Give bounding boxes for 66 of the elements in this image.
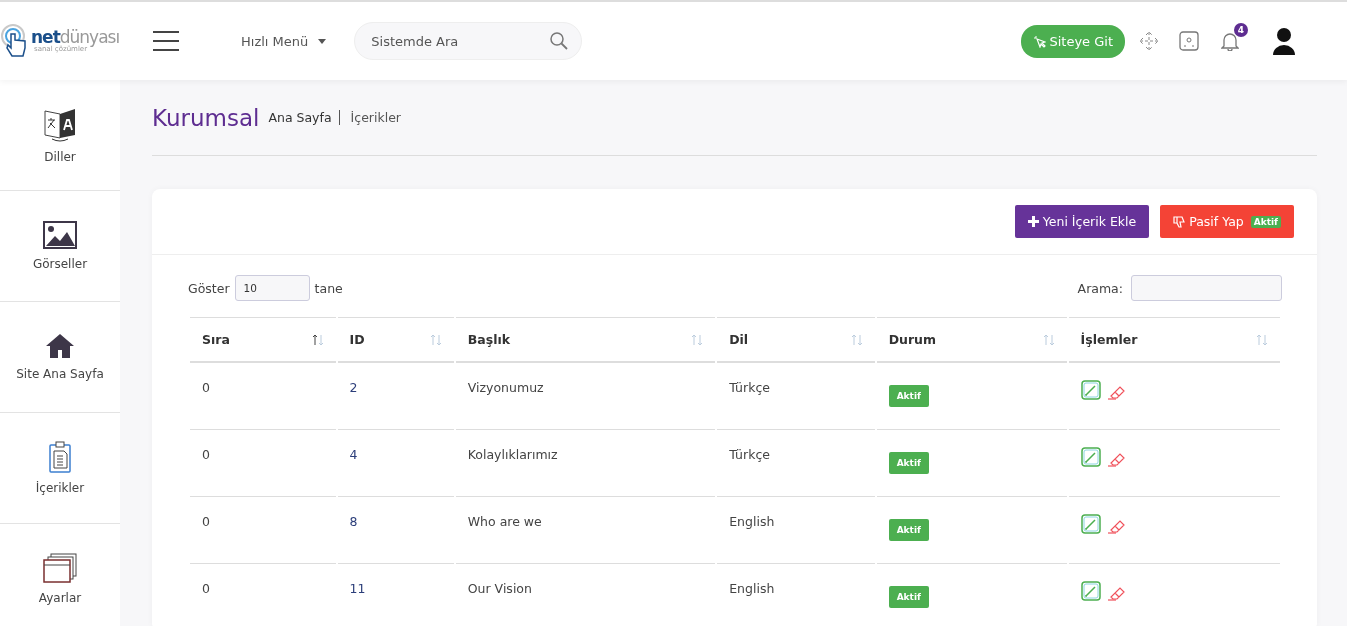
image-icon — [43, 221, 77, 249]
logo-brand-light: dünyası — [59, 27, 120, 47]
edit-icon[interactable] — [1080, 447, 1101, 467]
breadcrumb-link[interactable]: İçerikler — [350, 110, 401, 125]
table-cell: 11 — [337, 564, 454, 626]
edit-icon[interactable] — [1080, 380, 1101, 400]
table-cell: 4 — [337, 430, 454, 497]
menu-icon[interactable] — [153, 31, 179, 51]
table-search-field[interactable] — [1131, 275, 1282, 301]
logo-brand-bold: net — [31, 27, 60, 47]
sidebar-item[interactable]: Site Ana Sayfa — [0, 302, 120, 413]
cursor-click-icon — [1033, 34, 1047, 48]
page-title: Kurumsal — [152, 104, 260, 131]
search-field[interactable]: Sistemde Ara — [354, 22, 583, 60]
user-avatar-icon[interactable] — [1273, 27, 1295, 55]
fullscreen-arrows-icon[interactable] — [1139, 31, 1159, 51]
sidebar-item[interactable]: Görseller — [0, 191, 120, 302]
table-cell: 2 — [337, 363, 454, 430]
table-cell: 0 — [190, 497, 336, 564]
sidebar-item[interactable]: Ayarlar — [0, 524, 120, 626]
table-cell: 8 — [337, 497, 454, 564]
notification-count-badge: 4 — [1234, 23, 1248, 37]
status-badge: Aktif — [888, 452, 929, 474]
search-label: Arama: — [1077, 280, 1123, 296]
plus-icon — [1027, 216, 1039, 227]
add-content-button[interactable]: Yeni İçerik Ekle — [1014, 205, 1150, 238]
search-icon — [550, 32, 569, 50]
caret-icon — [318, 38, 327, 44]
table-cell: Kolaylıklarımız — [455, 430, 716, 497]
safe-box-icon[interactable] — [1179, 31, 1199, 51]
status-badge: Aktif — [888, 385, 929, 407]
status-badge: Aktif — [888, 586, 929, 608]
edit-icon[interactable] — [1080, 581, 1101, 601]
table-cell: English — [717, 564, 875, 626]
column-header[interactable]: ID — [337, 317, 454, 363]
stacked-windows-icon — [43, 553, 77, 583]
column-header[interactable]: İşlemler — [1068, 317, 1280, 363]
translate-icon — [42, 106, 78, 142]
quick-menu-dropdown[interactable]: Hızlı Menü — [235, 32, 333, 50]
column-header[interactable]: Başlık — [455, 317, 716, 363]
breadcrumb-link[interactable]: Ana Sayfa — [268, 110, 332, 125]
table-cell: 0 — [190, 430, 336, 497]
active-badge: Aktif — [1250, 215, 1281, 228]
notification-bell-icon[interactable] — [1221, 31, 1239, 51]
sidebar-item[interactable]: İçerikler — [0, 413, 120, 524]
sidebar-item[interactable]: Diller — [0, 80, 120, 191]
page-size-field[interactable]: 10 — [234, 275, 310, 301]
table-cell: Türkçe — [717, 363, 875, 430]
table-cell: 0 — [190, 564, 336, 626]
show-suffix: tane — [314, 280, 343, 296]
status-badge: Aktif — [888, 519, 929, 541]
column-header[interactable]: Sıra — [190, 317, 336, 363]
table-cell: Our Vision — [455, 564, 716, 626]
column-header[interactable]: Dil — [717, 317, 875, 363]
home-icon — [45, 333, 75, 359]
table-cell: 0 — [190, 363, 336, 430]
thumbs-down-icon — [1173, 215, 1186, 228]
clipboard-icon — [49, 441, 71, 473]
show-label: Göster — [188, 280, 230, 296]
table-cell: Türkçe — [717, 430, 875, 497]
table-cell: Who are we — [455, 497, 716, 564]
table-cell: Vizyonumuz — [455, 363, 716, 430]
column-header[interactable]: Durum — [876, 317, 1067, 363]
make-passive-button[interactable]: Pasif Yap Aktif — [1160, 205, 1294, 238]
table-cell: English — [717, 497, 875, 564]
edit-icon[interactable] — [1080, 514, 1101, 534]
